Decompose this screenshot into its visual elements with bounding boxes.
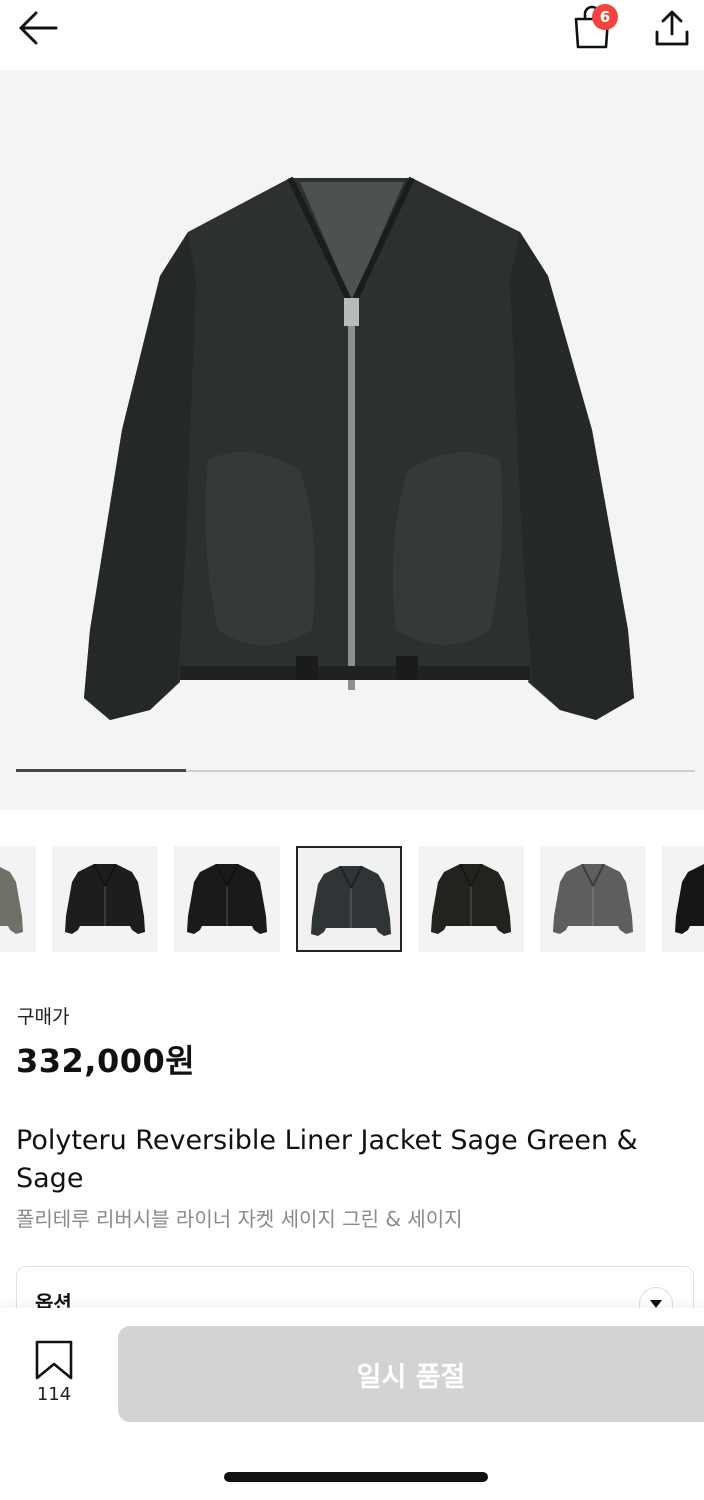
product-thumbnail[interactable] (418, 846, 524, 952)
thumbnail-jacket-image (0, 867, 23, 934)
bookmark-count: 114 (36, 1384, 72, 1405)
product-title-en: Polyteru Reversible Liner Jacket Sage Gr… (16, 1125, 638, 1194)
top-nav-bar: 6 (0, 0, 704, 70)
product-thumbnail[interactable] (52, 846, 158, 952)
product-title-ko: 폴리테루 리버시블 라이너 자켓 세이지 그린 & 세이지 (16, 1207, 463, 1231)
bookmark-icon (35, 1340, 73, 1380)
thumbnail-jacket-image (553, 863, 633, 934)
share-button[interactable] (648, 4, 696, 52)
bottom-action-bar: 114 일시 품절 (0, 1308, 704, 1500)
thumbnail-strip (0, 846, 704, 956)
back-button[interactable] (10, 5, 66, 51)
product-thumbnail[interactable] (540, 846, 646, 952)
product-main-image (84, 176, 634, 720)
bookmark-button[interactable]: 114 (24, 1340, 84, 1410)
share-upload-icon (655, 10, 689, 46)
cart-count-badge: 6 (592, 4, 618, 30)
thumbnail-jacket-image (65, 863, 145, 934)
price-label: 구매가 (17, 1006, 70, 1028)
product-thumbnail[interactable] (174, 846, 280, 952)
product-image-carousel[interactable] (0, 70, 704, 810)
thumbnail-jacket-image (187, 863, 267, 934)
product-thumbnail[interactable] (0, 846, 36, 952)
product-thumbnail[interactable] (296, 846, 402, 952)
arrow-left-icon (19, 11, 58, 45)
soldout-button[interactable]: 일시 품절 (118, 1326, 704, 1422)
home-indicator (224, 1472, 488, 1482)
product-thumbnail[interactable] (662, 846, 704, 952)
thumbnail-jacket-image (311, 865, 391, 936)
thumbnail-jacket-image (675, 864, 704, 934)
product-detail-page: 6 구매가 332,000원 Polyteru Reversible Liner… (0, 0, 704, 1500)
image-progress-track (16, 769, 695, 772)
thumbnail-jacket-image (431, 863, 511, 934)
price-value: 332,000원 (16, 1042, 196, 1080)
image-progress-fill (16, 769, 186, 772)
